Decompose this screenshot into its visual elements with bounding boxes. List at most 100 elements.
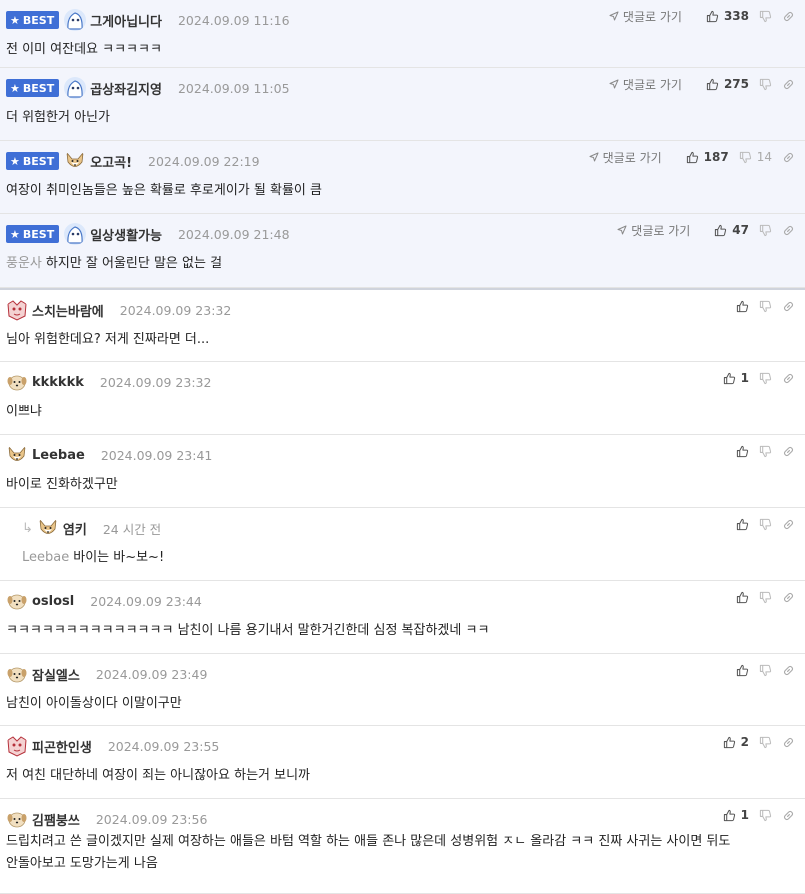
share-link-button[interactable] <box>782 224 795 237</box>
reply-target-nick[interactable]: Leebae <box>22 550 69 565</box>
share-link-button[interactable] <box>782 300 795 313</box>
red-avatar[interactable] <box>6 735 28 757</box>
share-link-button[interactable] <box>782 151 795 164</box>
comment-body-continued: 안돌아보고 도망가는게 나음 <box>6 856 158 871</box>
downvote-button[interactable] <box>759 78 772 91</box>
upvote-button[interactable]: 275 <box>706 77 749 91</box>
best-comment: ★ BEST 일상생활가능 2024.09.09 21:48 댓글로 가기 47 풍운사 하지… <box>0 214 805 288</box>
comment: 스치는바람에 2024.09.09 23:32 님아 위험한데요? 저게 진짜라면 … <box>0 290 805 362</box>
thumbs-up-icon <box>706 10 719 23</box>
downvote-count: 14 <box>756 150 772 164</box>
downvote-button[interactable]: 14 <box>739 150 772 164</box>
nickname[interactable]: Leebae <box>32 448 85 463</box>
downvote-button[interactable] <box>759 372 772 385</box>
upvote-button[interactable]: 47 <box>714 223 749 237</box>
dog-avatar[interactable] <box>6 590 28 612</box>
fox-avatar[interactable] <box>64 150 86 172</box>
ghost-avatar[interactable] <box>64 9 87 31</box>
share-link-button[interactable] <box>782 591 795 604</box>
comment-text: Leebae 바이는 바~보~! <box>22 546 164 565</box>
nickname[interactable]: 피곤한인생 <box>32 737 92 756</box>
reply-arrow-icon: ↳ <box>22 520 33 536</box>
red-avatar[interactable] <box>6 299 28 321</box>
comment-body: 전 이미 여잔데요 ㅋㅋㅋㅋㅋ <box>6 42 162 57</box>
nickname[interactable]: oslosl <box>32 594 74 609</box>
share-link-button[interactable] <box>782 445 795 458</box>
nickname[interactable]: 곱상좌김지영 <box>90 79 162 98</box>
dog-avatar[interactable] <box>6 663 28 685</box>
thumbs-up-icon <box>736 300 749 313</box>
downvote-button[interactable] <box>759 809 772 822</box>
thumbs-up-icon <box>736 591 749 604</box>
nickname[interactable]: kkkkkk <box>32 375 84 390</box>
upvote-button[interactable] <box>736 664 749 677</box>
thumbs-down-icon <box>759 78 772 91</box>
downvote-button[interactable] <box>759 10 772 23</box>
comment-actions: 1 <box>713 807 795 823</box>
dog-avatar[interactable] <box>6 808 28 830</box>
upvote-button[interactable]: 338 <box>706 9 749 23</box>
comment-text: 전 이미 여잔데요 ㅋㅋㅋㅋㅋ <box>6 38 162 57</box>
reply-comment: ↳ 염키 24 시간 전 Leebae 바이는 바~보~! <box>0 508 805 581</box>
downvote-button[interactable] <box>759 224 772 237</box>
fox-avatar[interactable] <box>37 517 59 539</box>
upvote-button[interactable]: 1 <box>723 808 749 822</box>
comment-actions <box>726 298 795 314</box>
comment-body: 남친이 아이돌상이다 이말이구만 <box>6 696 182 711</box>
share-link-button[interactable] <box>782 10 795 23</box>
nickname[interactable]: 일상생활가능 <box>90 225 162 244</box>
reply-target-nick[interactable]: 풍운사 <box>6 256 42 271</box>
link-icon <box>782 78 795 91</box>
goto-comment-link[interactable]: 댓글로 가기 <box>609 76 682 93</box>
nickname[interactable]: 스치는바람에 <box>32 301 104 320</box>
share-link-button[interactable] <box>782 518 795 531</box>
dog-avatar[interactable] <box>6 371 28 393</box>
thumbs-down-icon <box>759 445 772 458</box>
share-link-button[interactable] <box>782 809 795 822</box>
thumbs-down-icon <box>759 664 772 677</box>
nickname[interactable]: 잠실엘스 <box>32 665 80 684</box>
upvote-button[interactable] <box>736 445 749 458</box>
comment-text: 이쁘냐 <box>6 400 42 419</box>
upvote-button[interactable] <box>736 300 749 313</box>
thumbs-down-icon <box>759 10 772 23</box>
nickname[interactable]: 그게아닙니다 <box>90 11 162 30</box>
ghost-avatar[interactable] <box>64 223 87 245</box>
downvote-button[interactable] <box>759 518 772 531</box>
nickname[interactable]: 염키 <box>63 519 87 538</box>
thumbs-up-icon <box>686 151 699 164</box>
comment-meta: kkkkkk 2024.09.09 23:32 <box>6 371 211 393</box>
nickname[interactable]: 김팸붕쓰 <box>32 810 80 829</box>
fox-avatar[interactable] <box>6 444 28 466</box>
comment-text: 저 여친 대단하네 여장이 죄는 아니잖아요 하는거 보니까 <box>6 764 310 783</box>
downvote-button[interactable] <box>759 300 772 313</box>
downvote-button[interactable] <box>759 664 772 677</box>
goto-comment-link[interactable]: 댓글로 가기 <box>609 8 682 25</box>
upvote-button[interactable] <box>736 518 749 531</box>
share-link-button[interactable] <box>782 664 795 677</box>
ghost-avatar[interactable] <box>64 77 87 99</box>
upvote-button[interactable]: 187 <box>686 150 729 164</box>
nickname[interactable]: 오고곡! <box>90 152 132 171</box>
thumbs-up-icon <box>714 224 727 237</box>
downvote-button[interactable] <box>759 445 772 458</box>
downvote-button[interactable] <box>759 591 772 604</box>
comment-actions <box>726 516 795 532</box>
comment-date: 2024.09.09 11:05 <box>177 80 290 96</box>
comment-date: 2024.09.09 22:19 <box>148 153 260 169</box>
link-icon <box>782 591 795 604</box>
goto-comment-link[interactable]: 댓글로 가기 <box>617 222 690 239</box>
upvote-button[interactable]: 2 <box>723 735 749 749</box>
share-link-button[interactable] <box>782 78 795 91</box>
thumbs-down-icon <box>759 518 772 531</box>
comment: 피곤한인생 2024.09.09 23:55 2 저 여친 대단하네 여장이 죄는 아… <box>0 726 805 799</box>
share-link-button[interactable] <box>782 372 795 385</box>
comment-date: 2024.09.09 23:32 <box>119 302 232 318</box>
upvote-button[interactable]: 1 <box>723 371 749 385</box>
share-link-button[interactable] <box>782 736 795 749</box>
upvote-button[interactable] <box>736 591 749 604</box>
link-icon <box>782 372 795 385</box>
goto-comment-link[interactable]: 댓글로 가기 <box>589 149 662 166</box>
downvote-button[interactable] <box>759 736 772 749</box>
best-badge: ★ BEST <box>6 11 60 29</box>
